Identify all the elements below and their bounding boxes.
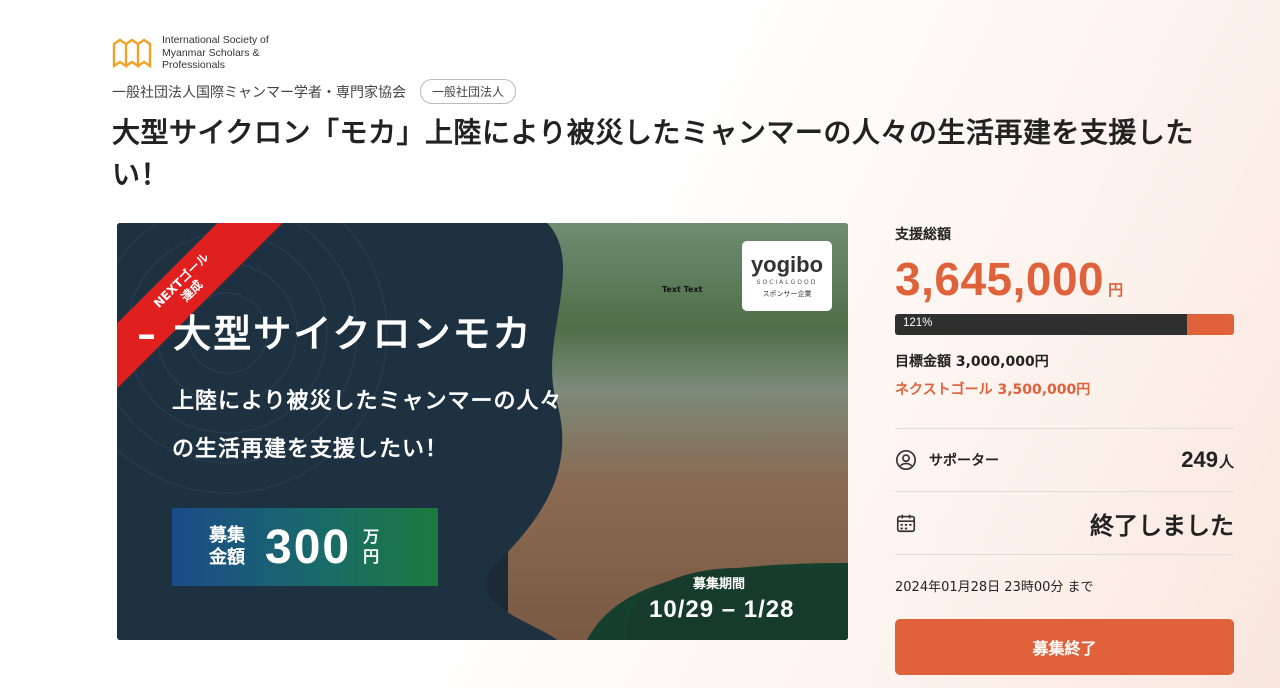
- total-currency: 円: [1108, 281, 1124, 299]
- supporters-row: サポーター 249人: [895, 429, 1234, 491]
- sponsor-subtitle: SOCIALGOOD: [756, 279, 818, 286]
- progress-fill: [895, 314, 1187, 335]
- hero-banner: NEXTゴール 達成 – 大型サイクロンモカ 上陸により被災したミャンマーの人々…: [117, 223, 848, 640]
- supporters-count: 249: [1181, 447, 1218, 472]
- org-name-english: International Society of Myanmar Scholar…: [162, 34, 269, 71]
- goal-amount: 300: [265, 520, 352, 574]
- sponsor-brand: yogibo: [750, 252, 824, 277]
- supporters-unit: 人: [1218, 453, 1234, 471]
- hero-subtitle-1: 上陸により被災したミャンマーの人々: [172, 389, 563, 414]
- progress-bar: 121%: [895, 314, 1234, 335]
- photo-caption: Text Text: [662, 285, 703, 294]
- divider: [895, 554, 1234, 555]
- goal-amount-box: 募集金額 300 万円: [172, 508, 438, 586]
- org-logo[interactable]: International Society of Myanmar Scholar…: [112, 34, 292, 72]
- status-row: 終了しました: [895, 492, 1234, 554]
- funding-panel: 支援総額 3,645,000 円 121% 目標金額 3,000,000円 ネク…: [895, 223, 1235, 675]
- progress-percent: 121%: [903, 317, 933, 329]
- person-circle-icon: [896, 450, 916, 470]
- org-logo-icon: [112, 38, 152, 69]
- org-name-japanese[interactable]: 一般社団法人国際ミャンマー学者・専門家協会: [112, 82, 406, 102]
- org-type-badge: 一般社団法人: [420, 79, 517, 104]
- deadline-text: 2024年01月28日 23時00分 まで: [895, 580, 1094, 595]
- hero-subtitle-2: の生活再建を支援したい！: [172, 437, 449, 462]
- goal-unit: 万円: [363, 527, 380, 566]
- org-info-row: 一般社団法人国際ミャンマー学者・専門家協会 一般社団法人: [112, 79, 517, 104]
- total-amount: 3,645,000: [895, 253, 1105, 305]
- period-label: 募集期間: [693, 577, 746, 592]
- next-goal-amount: ネクストゴール 3,500,000円: [895, 382, 1091, 398]
- sponsor-note: スポンサー企業: [762, 290, 812, 298]
- period-dates: 10/29 – 1/28: [649, 596, 795, 623]
- campaign-ended-button[interactable]: 募集終了: [895, 619, 1234, 675]
- page-title: 大型サイクロン「モカ」上陸により被災したミャンマーの人々の生活再建を支援したい！: [112, 116, 1194, 191]
- sponsor-logo: yogibo SOCIALGOOD スポンサー企業: [742, 241, 832, 311]
- total-amount-row: 3,645,000 円: [895, 252, 1235, 306]
- campaign-status: 終了しました: [1090, 511, 1234, 540]
- hero-title: – 大型サイクロンモカ: [137, 311, 533, 356]
- goal-label: 募集金額: [209, 525, 245, 568]
- total-label: 支援総額: [895, 227, 951, 243]
- calendar-icon: [896, 514, 916, 533]
- target-amount: 目標金額 3,000,000円: [895, 354, 1049, 370]
- supporters-label: サポーター: [929, 453, 999, 469]
